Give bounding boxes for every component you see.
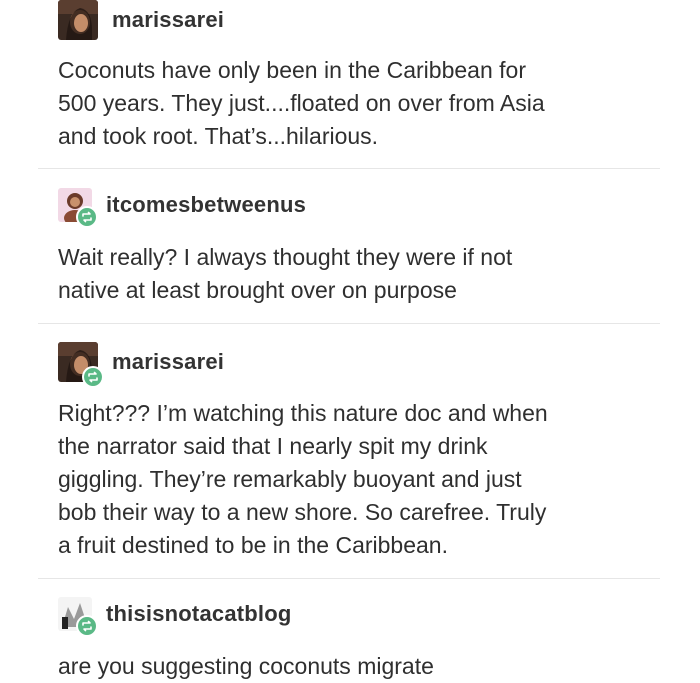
avatar[interactable]: [58, 342, 104, 388]
username[interactable]: marissarei: [112, 7, 224, 33]
username[interactable]: marissarei: [112, 349, 224, 375]
post-line: Coconuts have only been in the Caribbean…: [58, 57, 526, 83]
divider: [38, 323, 660, 324]
post-line: a fruit destined to be in the Caribbean.: [58, 532, 448, 558]
reblog-icon: [76, 615, 98, 637]
avatar[interactable]: [58, 188, 98, 228]
divider: [38, 168, 660, 169]
post-line: Right??? I’m watching this nature doc an…: [58, 400, 548, 426]
post-4-header: thisisnotacatblog: [58, 597, 292, 637]
post-body: Right??? I’m watching this nature doc an…: [58, 397, 658, 562]
post-line: the narrator said that I nearly spit my …: [58, 433, 488, 459]
post-body: Coconuts have only been in the Caribbean…: [58, 54, 658, 153]
post-line: native at least brought over on purpose: [58, 277, 457, 303]
post-body: Wait really? I always thought they were …: [58, 241, 658, 307]
username[interactable]: thisisnotacatblog: [106, 601, 292, 627]
reblog-icon: [82, 366, 104, 388]
post-1-header: marissarei: [58, 0, 224, 40]
avatar[interactable]: [58, 597, 98, 637]
post-2-header: itcomesbetweenus: [58, 188, 306, 228]
username[interactable]: itcomesbetweenus: [106, 192, 306, 218]
reblog-icon: [76, 206, 98, 228]
post-line: 500 years. They just....floated on over …: [58, 90, 545, 116]
post-line: are you suggesting coconuts migrate: [58, 653, 434, 679]
divider: [38, 578, 660, 579]
post-3-header: marissarei: [58, 342, 224, 388]
post-line: Wait really? I always thought they were …: [58, 244, 513, 270]
user-avatar-icon: [58, 0, 98, 40]
post-body: are you suggesting coconuts migrate: [58, 650, 658, 683]
avatar[interactable]: [58, 0, 98, 40]
post-line: and took root. That’s...hilarious.: [58, 123, 379, 149]
post-line: bob their way to a new shore. So carefre…: [58, 499, 547, 525]
post-line: giggling. They’re remarkably buoyant and…: [58, 466, 522, 492]
